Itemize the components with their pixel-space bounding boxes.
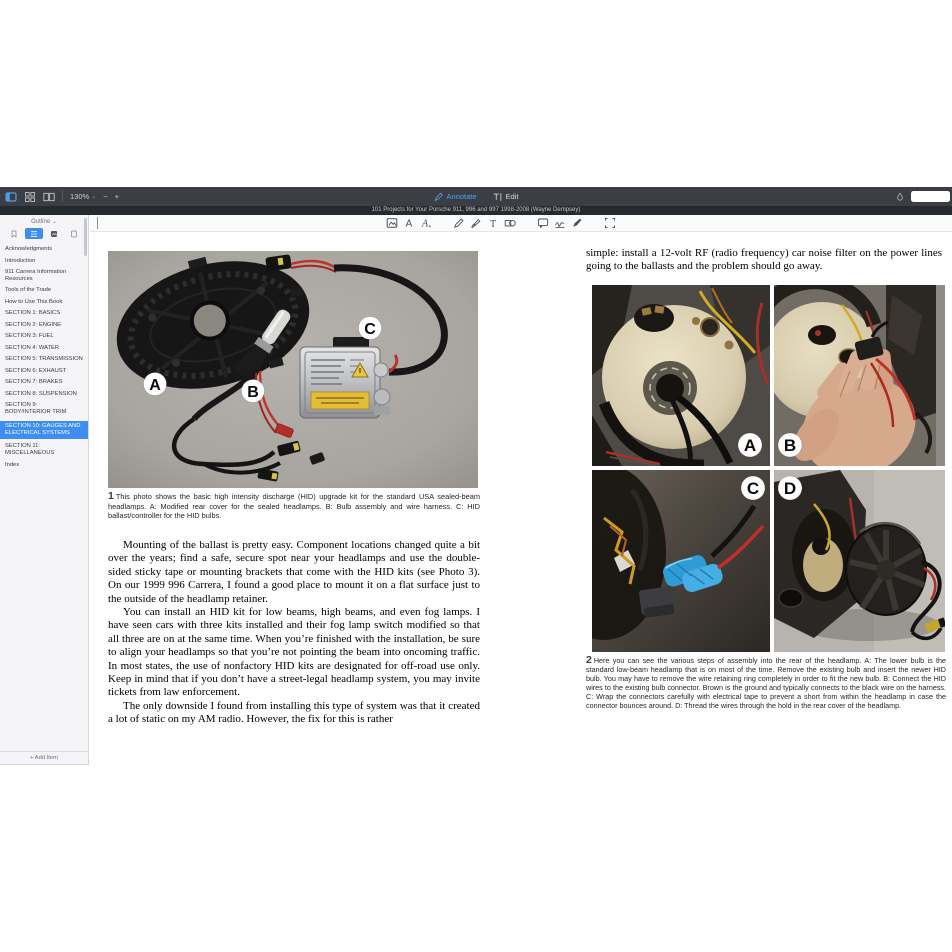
text-edit-icon [493, 192, 503, 202]
paragraph: You can install an HID kit for low beams… [108, 606, 480, 700]
sidebar-header[interactable]: Outline ⌄ [0, 218, 88, 225]
outline-item[interactable]: Tools of the Trade [5, 287, 84, 294]
chevron-down-icon: ⌄ [52, 219, 57, 225]
outline-list-icon [31, 231, 37, 236]
zoom-out-button[interactable]: − [103, 192, 107, 201]
thumbnail-grid-icon[interactable] [24, 191, 36, 203]
label-a: A [744, 436, 756, 455]
page-icon [72, 231, 77, 237]
marker-tool-icon[interactable] [895, 192, 905, 202]
text-cursor [97, 217, 98, 229]
ebook-reader-window: 130% ⌄ − + Annotate Edit [0, 0, 952, 952]
body-text-column: Mounting of the ballast is pretty easy. … [108, 539, 480, 727]
label-b: B [247, 384, 259, 401]
outline-item[interactable]: Index [5, 462, 84, 469]
top-toolbar: 130% ⌄ − + Annotate Edit [0, 187, 952, 206]
svg-text:A: A [406, 219, 413, 229]
caption-photo-2: 2Here you can see the various steps of a… [586, 656, 946, 710]
tab-annotations[interactable] [45, 228, 63, 239]
markup-thumbnail-icon[interactable] [386, 217, 398, 229]
text-style-icon[interactable]: A [403, 217, 415, 229]
outline-item[interactable]: How to Use This Book [5, 299, 84, 306]
add-item-button[interactable]: + Add Item [0, 751, 88, 764]
font-picker-icon[interactable]: A [420, 217, 432, 229]
outline-item[interactable]: Introduction [5, 258, 84, 265]
highlighter-icon[interactable] [470, 217, 482, 229]
photo-step-b: B [774, 285, 945, 466]
zoom-level-value: 130% [70, 192, 89, 201]
zoom-level-dropdown[interactable]: 130% ⌄ [70, 192, 96, 201]
sidebar-toggle-icon[interactable] [5, 191, 17, 203]
caption-1-text: This photo shows the basic high intensit… [108, 492, 480, 520]
bookmark-icon [12, 231, 16, 237]
photo-step-a: A [592, 285, 770, 466]
outline-item[interactable]: SECTION 11: MISCELLANEOUS [5, 443, 84, 457]
caption-2-text: Here you can see the various steps of as… [586, 656, 946, 710]
pencil-icon[interactable] [453, 217, 465, 229]
round-rear-cover [846, 523, 926, 615]
annotate-button[interactable]: Annotate [434, 192, 477, 202]
outline-item[interactable]: SECTION 3: FUEL [5, 333, 84, 340]
window-title: 101 Projects for Your Porsche 911, 996 a… [0, 206, 952, 215]
pen-tool-icon[interactable] [571, 217, 583, 229]
toolbar-divider [62, 191, 63, 202]
tab-bookmarks[interactable] [5, 228, 23, 239]
paragraph: The only downside I found from installin… [108, 700, 480, 727]
chevron-down-icon: ⌄ [91, 193, 96, 200]
caption-1-number: 1 [108, 490, 114, 502]
label-c: C [364, 321, 376, 338]
outline-item-selected[interactable]: SECTION 10: GAUGES AND ELECTRICAL SYSTEM… [0, 421, 88, 439]
right-column-text: simple: install a 12-volt RF (radio freq… [586, 247, 942, 274]
outline-item[interactable]: SECTION 5: TRANSMISSION [5, 356, 84, 363]
label-d: D [784, 479, 796, 498]
outline-item[interactable]: 911 Carrera Information Resources [5, 269, 84, 283]
sidebar-scrollbar[interactable] [84, 218, 87, 256]
text-tool-icon[interactable]: T [487, 217, 499, 229]
toolbar-center-group: Annotate Edit [434, 187, 519, 206]
outline-item[interactable]: SECTION 2: ENGINE [5, 322, 84, 329]
photo-hid-kit: A B C [108, 251, 478, 488]
svg-text:T: T [490, 219, 496, 229]
outline-item[interactable]: SECTION 1: BASICS [5, 310, 84, 317]
shapes-icon[interactable] [504, 217, 516, 229]
label-a: A [149, 377, 161, 394]
photo-step-d: D [774, 470, 945, 652]
outline-list: Acknowledgments Introduction 911 Carrera… [0, 246, 88, 469]
annotate-label: Annotate [447, 192, 477, 201]
outline-item[interactable]: SECTION 6: EXHAUST [5, 368, 84, 375]
label-c: C [747, 479, 759, 498]
ballast-controller [300, 337, 390, 418]
tab-pages[interactable] [65, 228, 83, 239]
edit-button[interactable]: Edit [493, 192, 519, 202]
annotation-toolbar: A A T [90, 215, 952, 232]
toolbar-left-group: 130% ⌄ − + [5, 187, 119, 206]
search-input[interactable] [911, 191, 950, 202]
paragraph: Mounting of the ballast is pretty easy. … [108, 539, 480, 606]
annotation-tools: A A T [386, 217, 616, 229]
outline-item[interactable]: SECTION 4: WATER [5, 345, 84, 352]
selection-box-icon[interactable] [604, 217, 616, 229]
label-b: B [784, 436, 796, 455]
sidebar-view-tabs [0, 228, 88, 239]
outline-sidebar: Outline ⌄ [0, 215, 89, 765]
outline-item[interactable]: SECTION 7: BRAKES [5, 379, 84, 386]
caption-photo-1: 1This photo shows the basic high intensi… [108, 492, 480, 521]
annotate-pencil-icon [434, 192, 444, 202]
note-icon[interactable] [537, 217, 549, 229]
toolbar-right-group [895, 187, 952, 206]
two-page-view-icon[interactable] [43, 191, 55, 203]
zoom-in-button[interactable]: + [115, 192, 119, 201]
tab-outline[interactable] [25, 228, 43, 239]
edit-label: Edit [506, 192, 519, 201]
signature-icon[interactable] [554, 217, 566, 229]
outline-item[interactable]: SECTION 8: SUSPENSION [5, 391, 84, 398]
outline-item[interactable]: Acknowledgments [5, 246, 84, 253]
sidebar-header-label: Outline [31, 219, 50, 225]
photo-step-c: C [592, 470, 770, 652]
svg-text:A: A [421, 219, 429, 229]
photo-assembly-grid: A [592, 285, 945, 652]
outline-item[interactable]: SECTION 9: BODY/INTERIOR TRIM [5, 402, 84, 416]
